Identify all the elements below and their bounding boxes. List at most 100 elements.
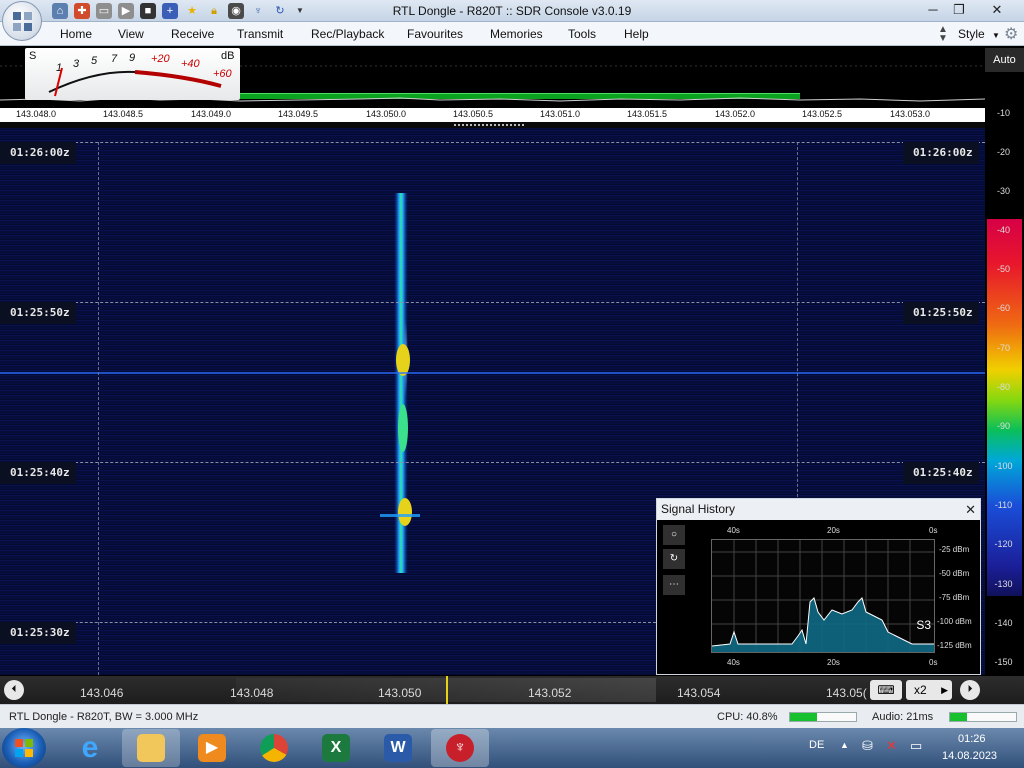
splitter-grip	[454, 124, 524, 126]
time-label: 20s	[827, 526, 840, 535]
menu-view[interactable]: View	[118, 27, 144, 41]
signal-history-title: Signal History	[661, 502, 736, 516]
taskbar-sdr-console[interactable]: ♆	[431, 729, 489, 767]
ruler-freq-label: 143.052	[528, 686, 572, 700]
scroll-right-icon[interactable]: ⏵	[960, 680, 980, 700]
audio-meter-fill	[950, 713, 967, 721]
taskbar-internet-explorer[interactable]: e	[61, 729, 119, 767]
menu-memories[interactable]: Memories	[490, 27, 543, 41]
dbm-label: -50 dBm	[939, 569, 970, 578]
ruler-freq-label: 143.046	[80, 686, 124, 700]
menu-tools[interactable]: Tools	[568, 27, 596, 41]
menu-favourites[interactable]: Favourites	[407, 27, 463, 41]
grid-line	[0, 142, 985, 143]
freq-label: 143.050.5	[453, 109, 494, 119]
signal-history-header[interactable]: Signal History ✕	[657, 499, 980, 520]
network-icon[interactable]: ✕	[886, 738, 897, 754]
start-button[interactable]	[2, 728, 46, 768]
application-menu-button[interactable]	[2, 1, 42, 41]
gear-icon[interactable]: ⚙	[1004, 24, 1018, 44]
zoom-button[interactable]: x2 ▶	[906, 680, 952, 700]
auto-scale-button[interactable]: Auto	[985, 48, 1024, 72]
reset-button[interactable]: ↻	[663, 549, 685, 569]
show-hidden-icons[interactable]: ▲	[840, 740, 849, 750]
display-icon[interactable]: ▭	[910, 738, 922, 754]
audio-meter	[949, 712, 1017, 722]
style-label: Style	[958, 27, 985, 41]
windows-logo-icon	[15, 739, 33, 757]
db-label: -20	[996, 147, 1010, 157]
word-icon: W	[384, 734, 412, 762]
db-label: -110	[994, 500, 1013, 510]
ruler-freq-label: 143.050	[378, 686, 422, 700]
taskbar-word[interactable]: W	[369, 729, 427, 767]
audio-status: Audio: 21ms	[872, 711, 934, 723]
chevron-down-icon: ▼	[992, 31, 1000, 40]
db-label: -120	[994, 539, 1013, 549]
taskbar-file-explorer[interactable]	[122, 729, 180, 767]
grid-line	[797, 142, 798, 512]
s-unit-value: S3	[916, 618, 931, 632]
taskbar-media-player[interactable]: ▶	[183, 729, 241, 767]
db-label: -10	[996, 108, 1010, 118]
keyboard-button[interactable]: ⌨	[870, 680, 902, 700]
dbm-label: -125 dBm	[937, 641, 972, 650]
window-title: RTL Dongle - R820T :: SDR Console v3.0.1…	[392, 4, 632, 18]
maximize-button[interactable]: ❐	[946, 0, 972, 20]
freq-label: 143.051.0	[540, 109, 581, 119]
signal-history-plot: S3	[711, 539, 935, 653]
language-indicator[interactable]: DE	[809, 739, 824, 751]
tuning-marker[interactable]	[446, 676, 448, 704]
db-label: -140	[994, 618, 1013, 628]
style-updown-icon[interactable]: ▲ ▼	[938, 25, 948, 44]
menu-transmit[interactable]: Transmit	[237, 27, 283, 41]
timestamp: 01:25:50z	[903, 302, 979, 324]
grid-line	[0, 302, 985, 303]
media-player-icon: ▶	[198, 734, 226, 762]
menu-home[interactable]: Home	[60, 27, 92, 41]
frequency-scale[interactable]: 143.048.0 143.048.5 143.049.0 143.049.5 …	[0, 108, 985, 122]
sdr-console-window: ⌂ ✚ ▭ ▶ ■ + ★ 🔒︎ ◉ ♆ ↻ ▼ RTL Dongle - R8…	[0, 0, 1024, 768]
zoom-label: x2	[914, 683, 927, 697]
db-scale[interactable]: Auto -10 -20 -30 -40 -50 -60 -70 -80 -90…	[985, 46, 1024, 676]
s-meter: S dB 1 3 5 7 9 +20 +40 +60	[25, 48, 240, 100]
minimize-button[interactable]: ─	[920, 0, 946, 20]
dbm-label: -75 dBm	[939, 593, 970, 602]
db-label: -90	[996, 421, 1010, 431]
cpu-status: CPU: 40.8%	[717, 711, 778, 723]
cpu-meter-fill	[790, 713, 817, 721]
style-menu[interactable]: Style ▼	[958, 27, 1000, 41]
clock-time[interactable]: 01:26	[958, 733, 986, 745]
usb-icon[interactable]: ⛁	[862, 738, 873, 754]
more-options-button[interactable]: ⋯	[663, 575, 685, 595]
cpu-meter	[789, 712, 857, 722]
menu-bar: Home View Receive Transmit Rec/Playback …	[0, 22, 1024, 46]
db-label: -130	[994, 579, 1013, 589]
app-menu-icon	[13, 12, 32, 31]
dbm-label: -25 dBm	[939, 545, 970, 554]
scroll-left-icon[interactable]: ⏴	[4, 680, 24, 700]
timestamp: 01:25:40z	[903, 462, 979, 484]
record-toggle-button[interactable]: ○	[663, 525, 685, 545]
db-label: -60	[996, 303, 1010, 313]
taskbar-chrome[interactable]	[245, 729, 303, 767]
grid-line	[0, 462, 985, 463]
frequency-ruler[interactable]: ⏴ 143.046 143.048 143.050 143.052 143.05…	[0, 676, 1024, 704]
dbm-label: -100 dBm	[937, 617, 972, 626]
db-label: -150	[994, 657, 1013, 667]
freq-label: 143.049.0	[191, 109, 232, 119]
signal-history-panel: Signal History ✕ ○ ↻ ⋯ 40s 20s 0s 40s 20…	[656, 498, 981, 675]
menu-receive[interactable]: Receive	[171, 27, 214, 41]
keyboard-icon: ⌨	[877, 683, 895, 697]
close-button[interactable]: ✕	[984, 0, 1010, 20]
menu-help[interactable]: Help	[624, 27, 649, 41]
taskbar-excel[interactable]: X	[307, 729, 365, 767]
grid-line	[0, 622, 656, 623]
clock-date[interactable]: 14.08.2023	[942, 750, 997, 762]
db-label: -30	[996, 186, 1010, 196]
db-label: -40	[996, 225, 1010, 235]
close-icon[interactable]: ✕	[965, 499, 976, 520]
menu-rec-playback[interactable]: Rec/Playback	[311, 27, 384, 41]
freq-label: 143.048.0	[16, 109, 57, 119]
status-bar: RTL Dongle - R820T, BW = 3.000 MHz CPU: …	[0, 704, 1024, 728]
